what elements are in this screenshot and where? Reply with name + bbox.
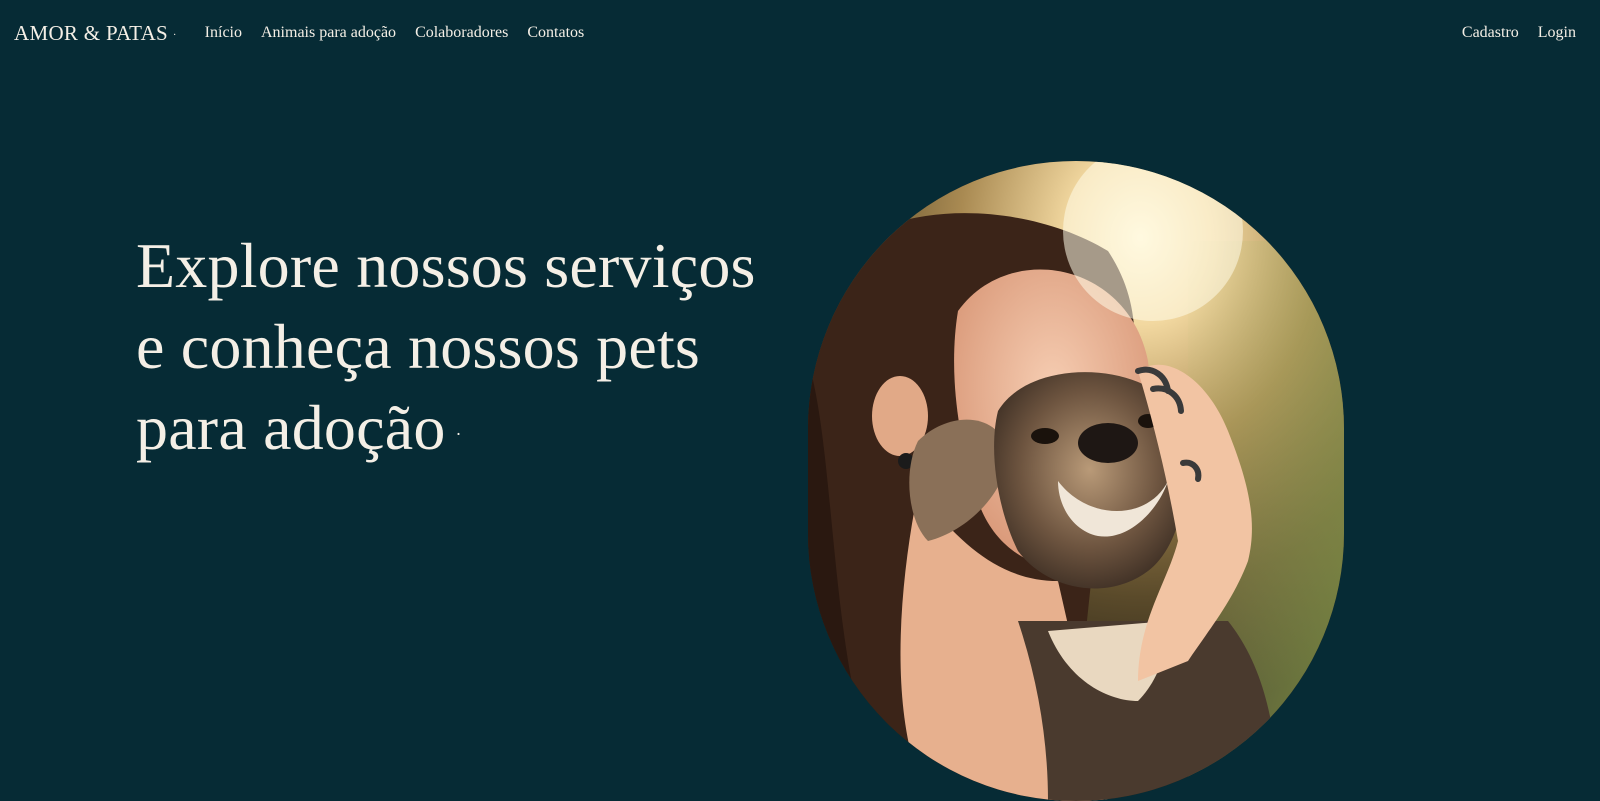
main-nav: Início Animais para adoção Colaboradores… <box>205 24 604 42</box>
nav-link-animais[interactable]: Animais para adoção <box>261 24 396 42</box>
hero-title: Explore nossos serviços e conheça nossos… <box>136 225 796 475</box>
hero-title-line2: e conheça nossos pets <box>136 311 701 382</box>
hero-title-line3: para adoção <box>136 392 446 463</box>
hero-photo <box>808 161 1344 801</box>
nav-link-login[interactable]: Login <box>1538 24 1576 42</box>
nav-link-colaboradores[interactable]: Colaboradores <box>415 24 508 42</box>
nav-link-cadastro[interactable]: Cadastro <box>1462 24 1519 42</box>
nav-left: AMOR & PATAS · Início Animais para adoçã… <box>14 21 603 46</box>
nav-link-contatos[interactable]: Contatos <box>527 24 584 42</box>
brand-logo[interactable]: AMOR & PATAS · <box>14 21 177 46</box>
woman-hugging-dog-photo-icon <box>808 161 1344 801</box>
auth-nav: Cadastro Login <box>1443 24 1576 42</box>
top-navbar: AMOR & PATAS · Início Animais para adoçã… <box>0 0 1600 66</box>
brand-dot: · <box>173 29 177 41</box>
brand-name: AMOR & PATAS <box>14 20 169 45</box>
hero-title-line1: Explore nossos serviços <box>136 230 756 301</box>
hero-title-mark: · <box>455 423 462 444</box>
nav-link-inicio[interactable]: Início <box>205 24 242 42</box>
